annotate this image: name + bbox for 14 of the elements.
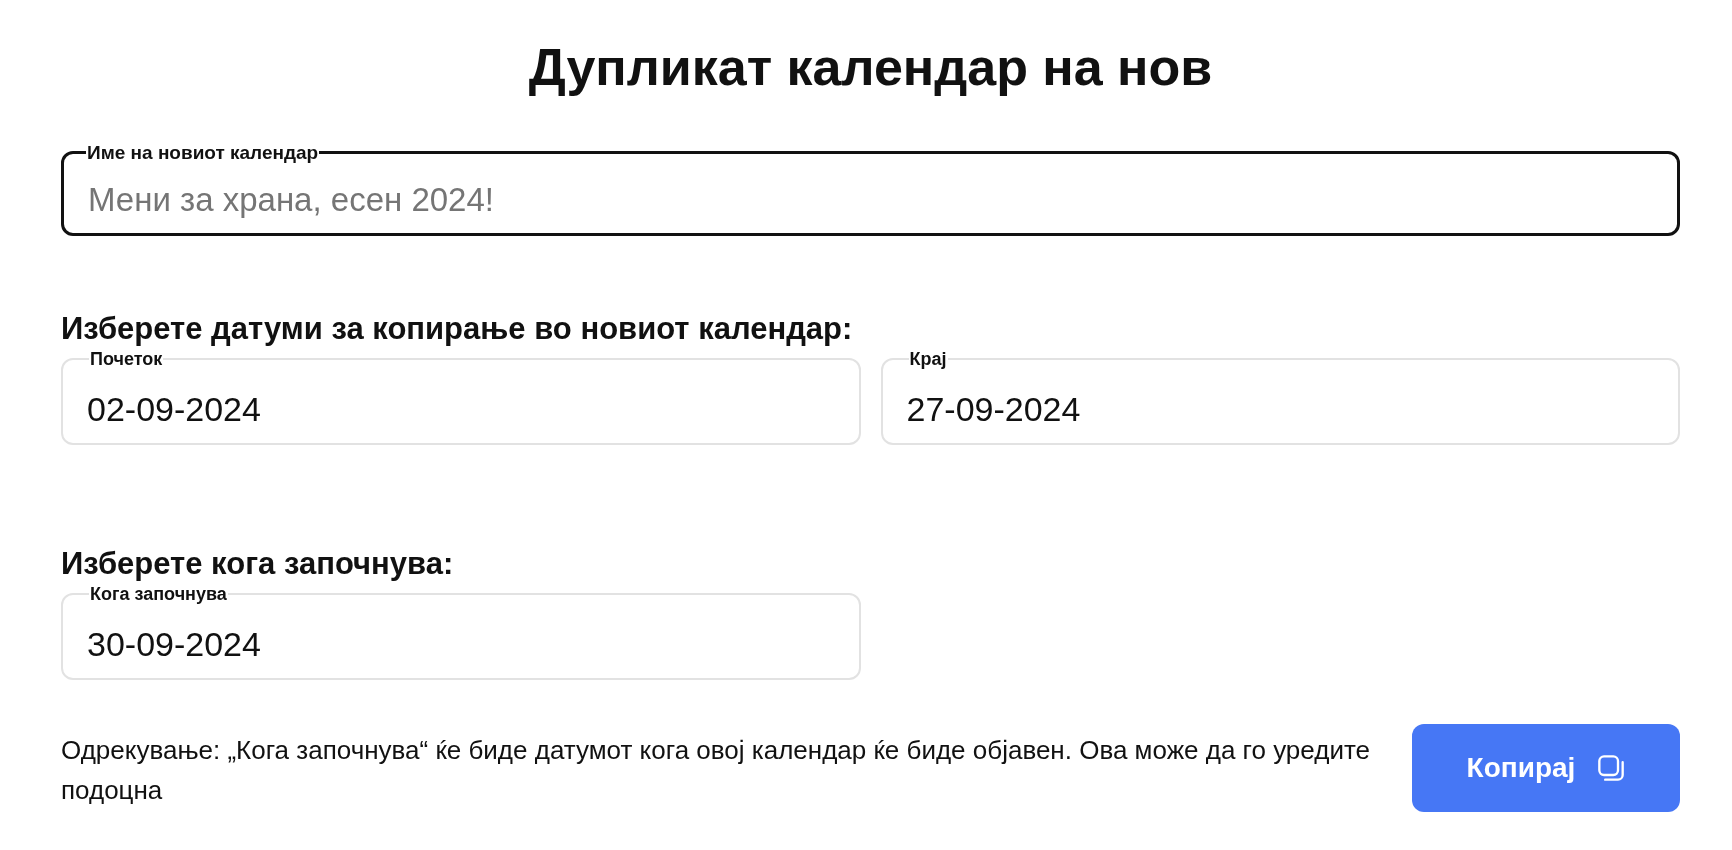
- copy-icon: [1597, 753, 1626, 782]
- section-heading: Изберете кога започнува:: [61, 544, 455, 582]
- field-label: Име на новиот календар: [86, 141, 320, 164]
- field-label: Кога започнува: [89, 583, 228, 605]
- input-field[interactable]: Мени за храна, есен 2024!: [88, 180, 1653, 219]
- section-heading: Изберете датуми за копирање во новиот календар:: [61, 309, 854, 347]
- input-field[interactable]: 27-09-2024: [906, 389, 1654, 429]
- input-field[interactable]: 02-09-2024: [87, 389, 835, 429]
- field-label: Крај: [908, 348, 948, 370]
- page-title: Дупликат календар на нов: [527, 37, 1214, 98]
- disclaimer-text: Одрекување: „Кога започнува“ ќе биде датумот кога овој календар ќе биде објавен. Ова може да го уредите подоцна: [61, 733, 1371, 808]
- copy-button[interactable]: Копирај: [1412, 723, 1680, 812]
- field-label: Почеток: [89, 348, 164, 370]
- input-field[interactable]: 30-09-2024: [87, 624, 835, 664]
